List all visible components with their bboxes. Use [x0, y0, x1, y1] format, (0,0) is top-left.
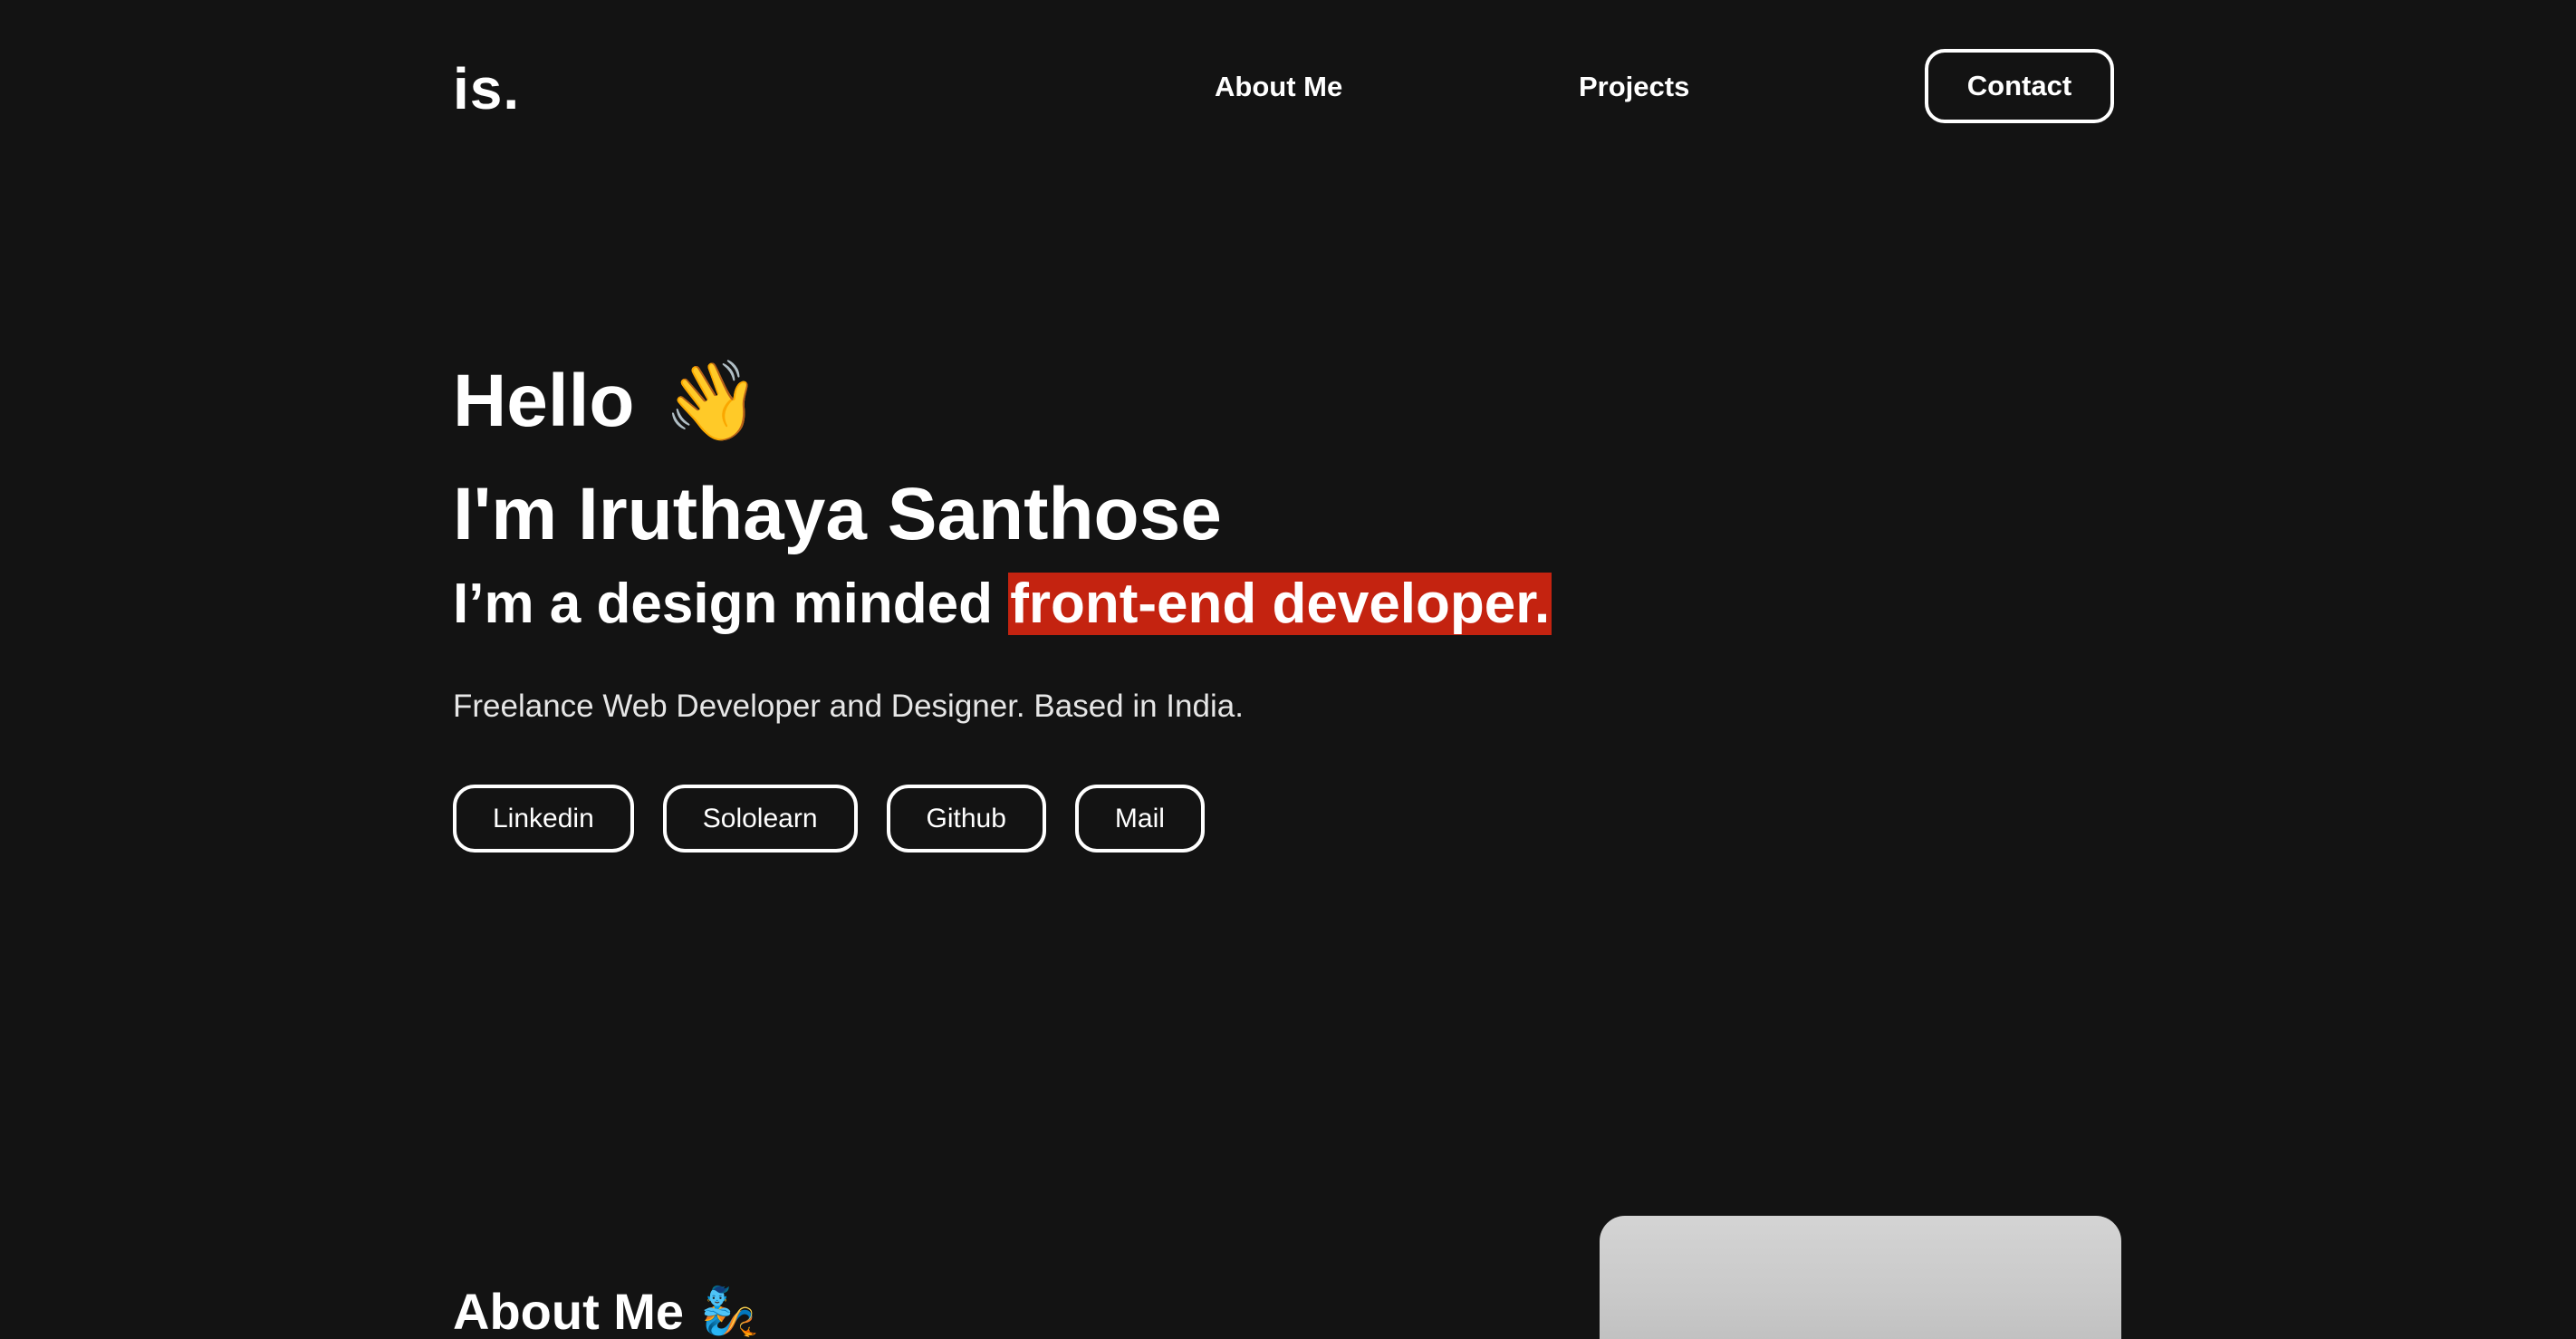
profile-photo-card	[1600, 1216, 2121, 1339]
social-links: Linkedin Sololearn Github Mail	[453, 785, 1812, 853]
linkedin-button[interactable]: Linkedin	[453, 785, 634, 853]
nav-link-about-me[interactable]: About Me	[1215, 69, 1342, 105]
mail-button[interactable]: Mail	[1074, 785, 1205, 853]
navbar: is. About Me Projects Contact	[453, 49, 2121, 129]
waving-hand-icon: 👋	[663, 358, 761, 445]
github-button[interactable]: Github	[886, 785, 1046, 853]
greeting-heading: Hello 👋	[453, 348, 1812, 455]
nav-link-projects[interactable]: Projects	[1579, 69, 1689, 105]
about-me-heading: About Me 🧞	[453, 1276, 759, 1339]
tagline: I’m a design minded front-end developer.	[453, 569, 1812, 640]
contact-button[interactable]: Contact	[1925, 49, 2114, 123]
hero-section: Hello 👋 I'm Iruthaya Santhose I’m a desi…	[453, 348, 1812, 853]
about-me-title: About Me	[453, 1283, 685, 1339]
greeting-text: Hello	[453, 360, 635, 442]
sololearn-button[interactable]: Sololearn	[662, 785, 858, 853]
name-heading: I'm Iruthaya Santhose	[453, 473, 1222, 555]
genie-icon: 🧞	[700, 1286, 759, 1339]
tagline-highlight: front-end developer.	[1008, 573, 1552, 635]
logo[interactable]: is.	[453, 54, 520, 123]
tagline-prefix: I’m a design minded	[453, 573, 1009, 635]
portfolio-page: is. About Me Projects Contact Hello 👋 I'…	[0, 0, 2576, 1339]
hero-subtitle: Freelance Web Developer and Designer. Ba…	[453, 689, 1244, 724]
